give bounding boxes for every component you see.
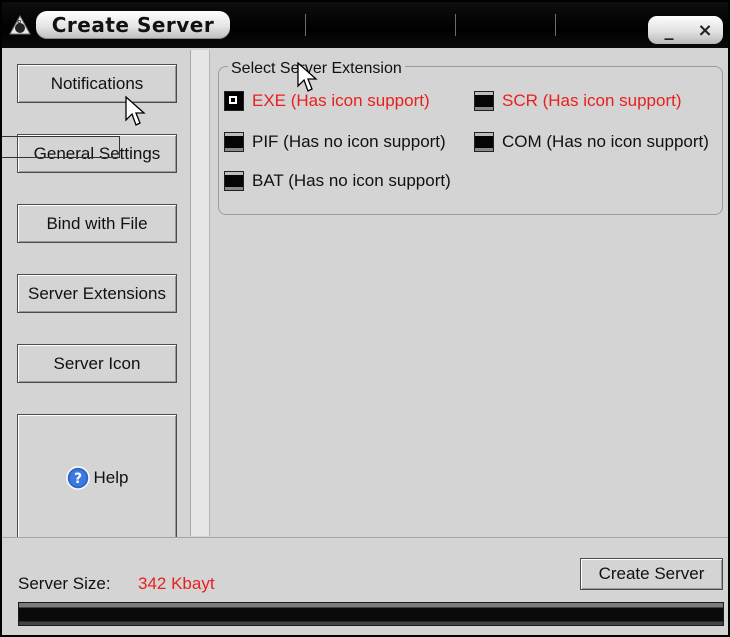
svg-text:?: ? <box>73 471 81 487</box>
extension-group-legend: Select Server Extension <box>228 60 405 78</box>
radio-pif[interactable]: PIF (Has no icon support) <box>224 132 446 152</box>
radio-exe[interactable]: EXE (Has icon support) <box>224 91 430 111</box>
server-size-label: Server Size: <box>18 574 111 593</box>
selection-outline <box>2 136 120 158</box>
close-button[interactable]: × <box>688 16 722 44</box>
sidebar-item-bind-with-file[interactable]: Bind with File <box>17 204 177 243</box>
radio-pif-label: PIF (Has no icon support) <box>252 132 446 151</box>
status-bar: Server Size: 342 Kbayt Create Server <box>2 537 728 635</box>
build-progress-bar <box>18 602 724 626</box>
radio-com-label: COM (Has no icon support) <box>502 132 709 151</box>
radio-unchecked-icon[interactable] <box>224 132 244 152</box>
radio-scr[interactable]: SCR (Has icon support) <box>474 91 682 111</box>
sidebar-item-server-extensions[interactable]: Server Extensions <box>17 274 177 313</box>
window-title-pill: Create Server <box>36 11 230 39</box>
sidebar-item-notifications[interactable]: Notifications <box>17 64 177 103</box>
sidebar-item-server-icon[interactable]: Server Icon <box>17 344 177 383</box>
help-label: Help <box>93 468 129 487</box>
create-server-button[interactable]: Create Server <box>580 558 723 590</box>
titlebar-divider <box>455 14 456 36</box>
svg-text:P: P <box>17 19 21 27</box>
radio-com[interactable]: COM (Has no icon support) <box>474 132 709 152</box>
help-button[interactable]: ? Help <box>17 414 177 542</box>
window-title: Create Server <box>51 13 215 37</box>
radio-checked-icon[interactable] <box>224 91 244 111</box>
radio-unchecked-icon[interactable] <box>474 91 494 111</box>
server-size-value: 342 Kbayt <box>138 574 215 593</box>
sidebar: Notifications General Settings Bind with… <box>2 50 190 542</box>
title-bar[interactable]: P Create Server _ × <box>2 2 728 48</box>
titlebar-divider <box>555 14 556 36</box>
minimize-button[interactable]: _ <box>652 16 686 44</box>
panel-splitter[interactable] <box>190 50 210 536</box>
titlebar-divider <box>305 14 306 36</box>
radio-unchecked-icon[interactable] <box>474 132 494 152</box>
create-server-window: P Create Server _ × Notifications Genera… <box>2 2 728 635</box>
radio-bat[interactable]: BAT (Has no icon support) <box>224 171 451 191</box>
help-icon: ? <box>65 466 90 490</box>
window-controls: _ × <box>648 16 723 44</box>
radio-scr-label: SCR (Has icon support) <box>502 91 682 110</box>
app-logo-icon[interactable]: P <box>8 14 32 36</box>
radio-bat-label: BAT (Has no icon support) <box>252 171 451 190</box>
radio-unchecked-icon[interactable] <box>224 171 244 191</box>
radio-exe-label: EXE (Has icon support) <box>252 91 430 110</box>
